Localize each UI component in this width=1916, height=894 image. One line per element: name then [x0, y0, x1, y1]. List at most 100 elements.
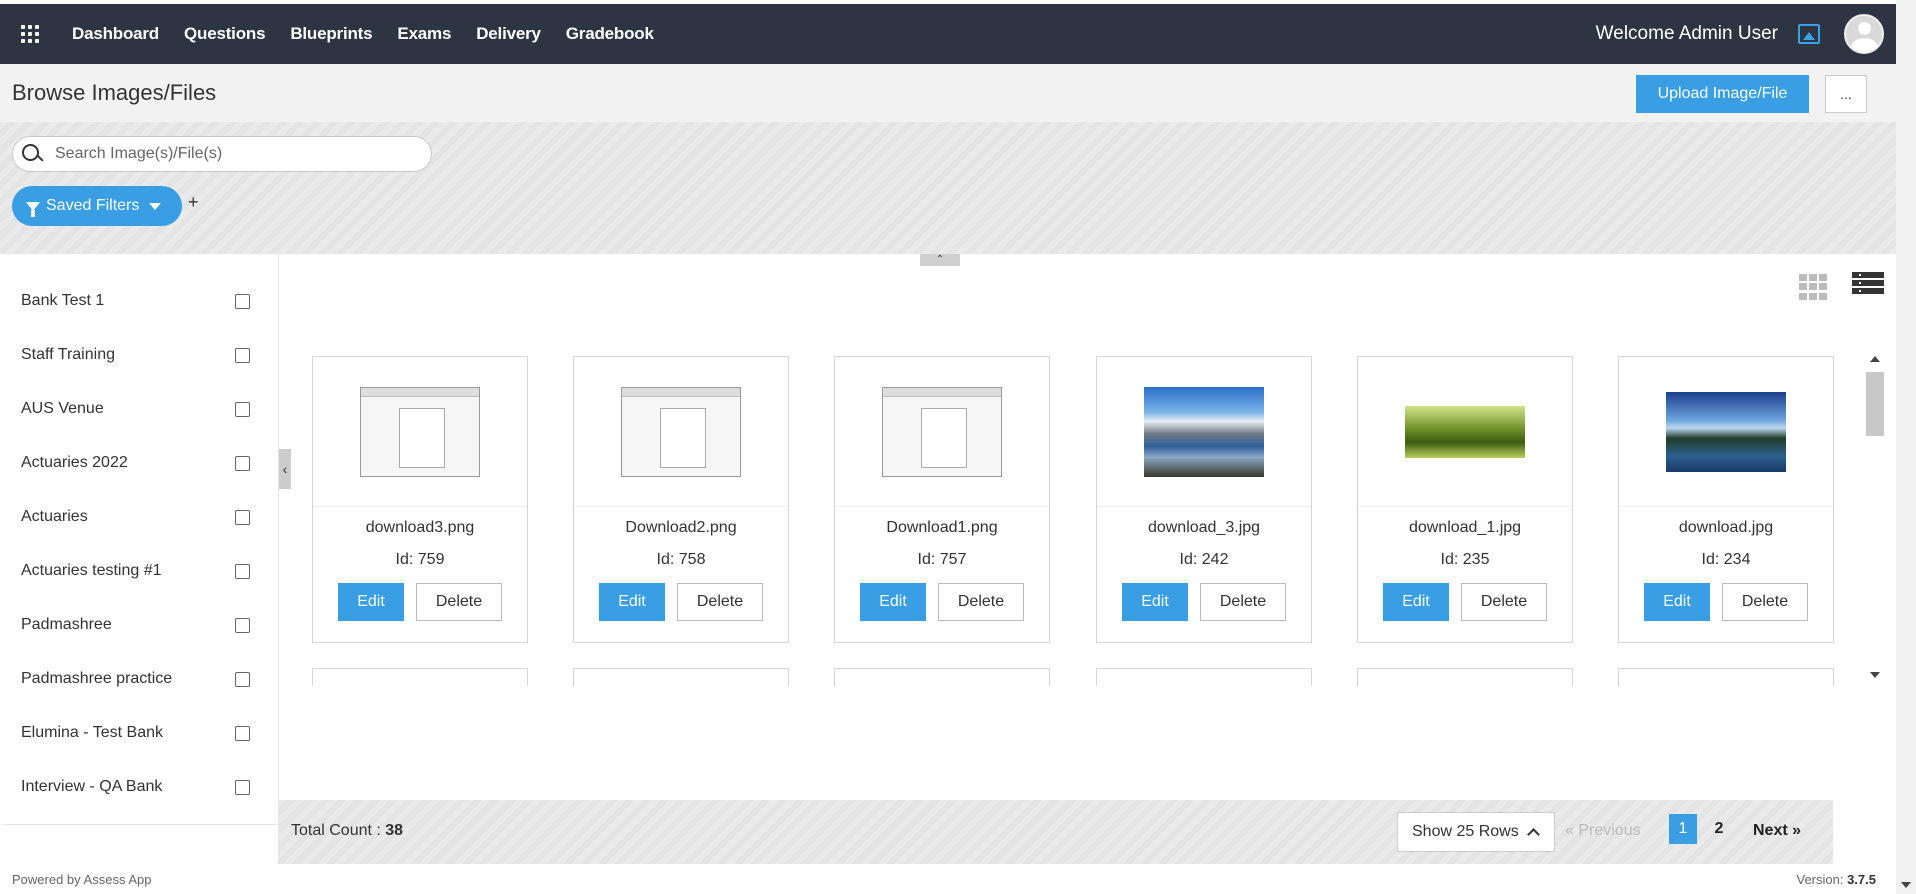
- file-card-partial: [1618, 668, 1834, 686]
- saved-filters-button[interactable]: Saved Filters: [12, 186, 182, 226]
- bank-label: Staff Training: [21, 346, 115, 363]
- file-card: download3.png Id: 759 Edit Delete: [312, 356, 528, 643]
- delete-button[interactable]: Delete: [1722, 583, 1808, 621]
- bank-label: Actuaries testing #1: [21, 562, 162, 579]
- bank-label: Interview - QA Bank: [21, 778, 163, 795]
- bank-checkbox[interactable]: [235, 455, 250, 471]
- powered-by-text: Powered by Assess App: [12, 872, 152, 887]
- nav-questions[interactable]: Questions: [184, 24, 266, 44]
- version-label: Version:: [1796, 872, 1848, 887]
- bank-label: Actuaries 2022: [21, 454, 128, 471]
- add-filter-button[interactable]: +: [188, 192, 199, 213]
- bank-item[interactable]: Actuaries 2022: [2, 436, 278, 490]
- file-card: download_3.jpg Id: 242 Edit Delete: [1096, 356, 1312, 643]
- edit-button[interactable]: Edit: [860, 583, 926, 621]
- file-id: Id: 242: [1179, 551, 1229, 568]
- file-card: download.jpg Id: 234 Edit Delete: [1618, 356, 1834, 643]
- page-2-button[interactable]: 2: [1709, 814, 1729, 844]
- bank-checkbox[interactable]: [235, 509, 250, 525]
- file-thumbnail[interactable]: [574, 357, 788, 507]
- image-icon[interactable]: [1798, 24, 1820, 44]
- grid-scrollbar[interactable]: [1865, 354, 1885, 686]
- edit-button[interactable]: Edit: [338, 583, 404, 621]
- bank-item[interactable]: Padmashree practice: [2, 652, 278, 706]
- scroll-up-icon[interactable]: [1870, 356, 1880, 362]
- main-nav: Dashboard Questions Blueprints Exams Del…: [72, 24, 654, 44]
- bank-checkbox[interactable]: [235, 401, 250, 417]
- bank-label: Padmashree: [21, 616, 112, 633]
- nav-exams[interactable]: Exams: [397, 24, 451, 44]
- file-name: download.jpg: [1678, 519, 1774, 536]
- apps-grid-icon[interactable]: [0, 4, 60, 64]
- nav-gradebook[interactable]: Gradebook: [566, 24, 654, 44]
- bank-checkbox[interactable]: [235, 347, 250, 363]
- lake-photo-thumbnail: [1666, 391, 1786, 472]
- file-thumbnail[interactable]: [1097, 357, 1311, 507]
- search-box: [12, 136, 432, 172]
- bank-checkbox[interactable]: [235, 725, 250, 741]
- file-thumbnail[interactable]: [1619, 357, 1833, 507]
- file-name: download_1.jpg: [1408, 519, 1522, 536]
- bank-item[interactable]: Actuaries testing #1: [2, 544, 278, 598]
- bank-label: Padmashree practice: [21, 670, 173, 687]
- nav-dashboard[interactable]: Dashboard: [72, 24, 159, 44]
- rows-per-page-select[interactable]: Show 25 Rows: [1397, 812, 1555, 852]
- bank-item[interactable]: Interview - QA Bank: [2, 760, 278, 814]
- bank-label: AUS Venue: [21, 400, 104, 417]
- bank-item[interactable]: Bank Test 1: [2, 274, 278, 328]
- edit-button[interactable]: Edit: [599, 583, 665, 621]
- bank-checkbox[interactable]: [235, 779, 250, 795]
- trees-photo-thumbnail: [1405, 405, 1525, 458]
- bank-item[interactable]: AUS Venue: [2, 382, 278, 436]
- saved-filters-label: Saved Filters: [46, 197, 140, 214]
- scroll-thumb[interactable]: [1866, 372, 1884, 436]
- total-count: Total Count : 38: [291, 822, 403, 840]
- file-thumbnail[interactable]: [313, 357, 527, 507]
- upload-button[interactable]: Upload Image/File: [1636, 75, 1809, 113]
- search-icon: [21, 143, 43, 165]
- file-thumbnail[interactable]: [1358, 357, 1572, 507]
- delete-button[interactable]: Delete: [677, 583, 763, 621]
- bank-checkbox[interactable]: [235, 293, 250, 309]
- file-name: download_3.jpg: [1147, 519, 1261, 536]
- file-thumbnail[interactable]: [835, 357, 1049, 507]
- delete-button[interactable]: Delete: [1461, 583, 1547, 621]
- nav-blueprints[interactable]: Blueprints: [290, 24, 372, 44]
- bank-checkbox[interactable]: [235, 671, 250, 687]
- file-card-partial: [834, 668, 1050, 686]
- edit-button[interactable]: Edit: [1383, 583, 1449, 621]
- bank-checkbox[interactable]: [235, 563, 250, 579]
- delete-button[interactable]: Delete: [1200, 583, 1286, 621]
- page-1-button[interactable]: 1: [1669, 814, 1697, 844]
- chevron-down-icon: [149, 202, 162, 210]
- bank-label: Actuaries: [21, 508, 88, 525]
- bank-item[interactable]: Padmashree: [2, 598, 278, 652]
- scroll-down-icon[interactable]: [1901, 882, 1911, 888]
- delete-button[interactable]: Delete: [416, 583, 502, 621]
- file-card-partial: [1357, 668, 1573, 686]
- page-scrollbar[interactable]: [1896, 0, 1916, 894]
- bank-item[interactable]: Elumina - Test Bank: [2, 706, 278, 760]
- edit-button[interactable]: Edit: [1644, 583, 1710, 621]
- file-name: Download1.png: [886, 519, 998, 536]
- bank-label: Elumina - Test Bank: [21, 724, 163, 741]
- next-page-button[interactable]: Next »: [1753, 822, 1801, 840]
- main-content: download3.png Id: 759 Edit Delete Downloa…: [279, 254, 1896, 800]
- previous-page-button[interactable]: « Previous: [1565, 822, 1641, 840]
- delete-button[interactable]: Delete: [938, 583, 1024, 621]
- bank-item[interactable]: Staff Training: [2, 328, 278, 382]
- nav-delivery[interactable]: Delivery: [476, 24, 541, 44]
- avatar-icon[interactable]: [1844, 14, 1884, 54]
- total-count-label: Total Count :: [291, 822, 386, 839]
- more-options-button[interactable]: ...: [1825, 75, 1867, 113]
- edit-button[interactable]: Edit: [1122, 583, 1188, 621]
- bank-checkbox[interactable]: [235, 617, 250, 633]
- file-card-partial: [573, 668, 789, 686]
- scroll-down-icon[interactable]: [1870, 672, 1880, 678]
- list-view-icon[interactable]: [1852, 272, 1884, 300]
- grid-view-icon[interactable]: [1799, 274, 1829, 300]
- search-input[interactable]: [55, 145, 395, 163]
- chevron-up-icon: [1526, 827, 1540, 841]
- bank-item[interactable]: Actuaries: [2, 490, 278, 544]
- page-title: Browse Images/Files: [12, 80, 217, 105]
